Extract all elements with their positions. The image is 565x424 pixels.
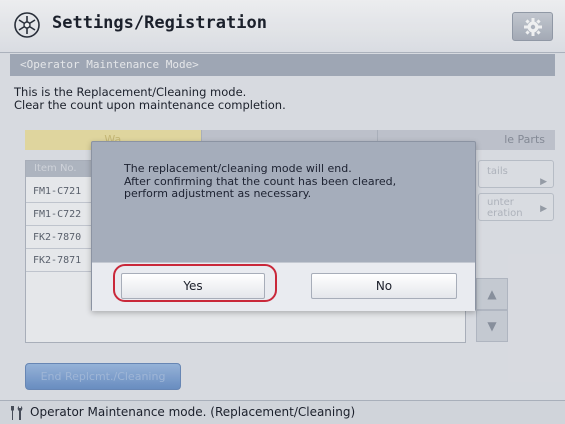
confirm-dialog: The replacement/cleaning mode will end. … <box>91 141 476 311</box>
dialog-message: The replacement/cleaning mode will end. … <box>124 162 396 201</box>
no-button[interactable]: No <box>311 273 457 299</box>
dialog-line-1: The replacement/cleaning mode will end. <box>124 162 352 175</box>
screen: Settings/Registration <Operator Maintena… <box>0 0 565 424</box>
dialog-line-3: perform adjustment as necessary. <box>124 187 312 200</box>
yes-button[interactable]: Yes <box>121 273 265 299</box>
